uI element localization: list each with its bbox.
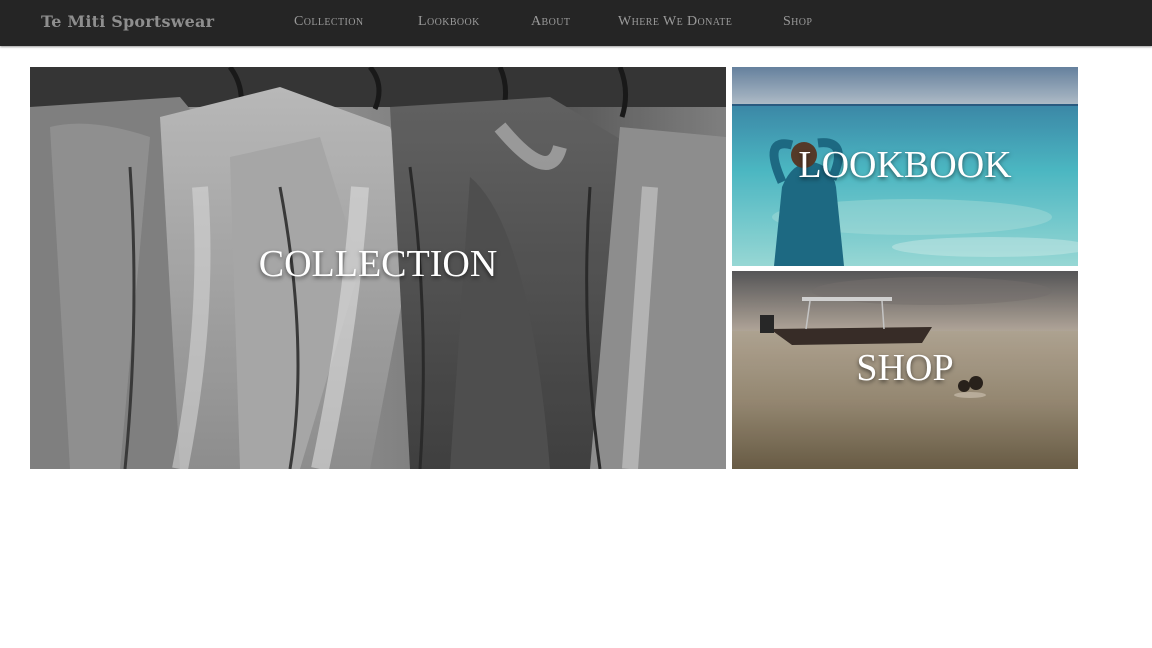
collection-tile-label: COLLECTION — [258, 243, 498, 285]
shop-tile[interactable]: SHOP — [732, 271, 1078, 469]
nav-link-collection[interactable]: Collection — [294, 14, 363, 30]
nav-link-shop[interactable]: Shop — [783, 14, 812, 30]
nav-link-about[interactable]: About — [531, 14, 570, 30]
nav-link-where-we-donate[interactable]: Where We Donate — [618, 14, 732, 30]
collection-tile[interactable]: COLLECTION — [30, 67, 726, 469]
nav-link-lookbook[interactable]: Lookbook — [418, 14, 480, 30]
top-navbar: Te Miti Sportswear Collection Lookbook A… — [0, 0, 1152, 46]
lookbook-tile[interactable]: LOOKBOOK — [732, 67, 1078, 266]
shop-tile-label: SHOP — [856, 347, 954, 389]
brand-logo-link[interactable]: Te Miti Sportswear — [41, 12, 214, 31]
lookbook-tile-label: LOOKBOOK — [798, 144, 1012, 186]
